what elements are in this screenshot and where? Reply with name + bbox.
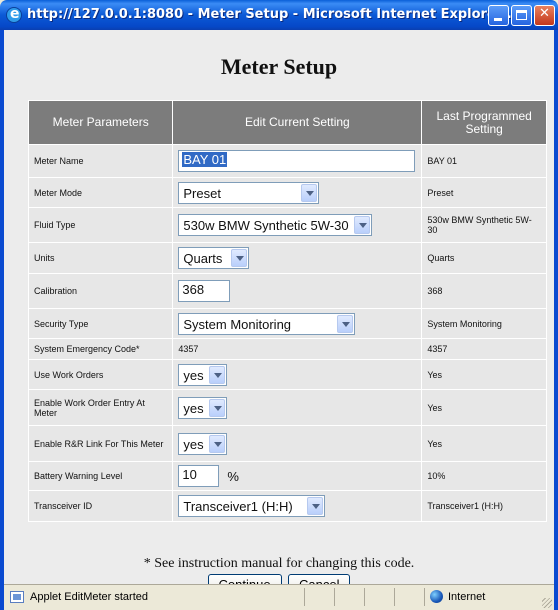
- column-header-last: Last Programmed Setting: [421, 100, 547, 145]
- maximize-icon: [516, 10, 527, 20]
- security-type-value: System Monitoring: [183, 316, 292, 332]
- chevron-down-icon[interactable]: [209, 434, 226, 453]
- table-header-row: Meter Parameters Edit Current Setting La…: [27, 100, 547, 145]
- last-value: Yes: [421, 389, 547, 426]
- minimize-icon: [494, 18, 502, 21]
- close-icon: ✕: [539, 6, 550, 21]
- chevron-down-icon[interactable]: [301, 183, 318, 202]
- row-label: Meter Mode: [27, 177, 174, 208]
- internet-explorer-icon: [6, 6, 22, 23]
- chevron-down-icon[interactable]: [337, 314, 354, 333]
- row-label: Meter Name: [27, 144, 174, 178]
- status-message: Applet EditMeter started: [30, 591, 149, 603]
- table-row: Transceiver ID Transceiver1 (H:H) Transc…: [27, 490, 547, 522]
- row-label: Security Type: [27, 308, 174, 339]
- last-value: Quarts: [421, 242, 547, 274]
- table-row: Meter Mode Preset Preset: [27, 177, 547, 208]
- battery-warning-input[interactable]: 10: [178, 465, 220, 487]
- row-label: Fluid Type: [27, 207, 174, 243]
- fluid-type-select[interactable]: 530w BMW Synthetic 5W-30: [178, 214, 373, 236]
- transceiver-select[interactable]: Transceiver1 (H:H): [178, 495, 326, 517]
- chevron-down-icon[interactable]: [354, 216, 371, 234]
- page-icon: [10, 591, 24, 603]
- minimize-button[interactable]: [488, 5, 509, 26]
- cancel-button[interactable]: Cancel: [288, 574, 351, 584]
- transceiver-value: Transceiver1 (H:H): [183, 499, 293, 514]
- button-row: Continue Cancel: [4, 574, 554, 584]
- row-label: Units: [27, 242, 174, 274]
- work-order-entry-value: yes: [183, 400, 204, 416]
- units-select[interactable]: Quarts: [178, 247, 250, 269]
- last-value: Transceiver1 (H:H): [421, 490, 547, 522]
- table-row: Fluid Type 530w BMW Synthetic 5W-30 530w…: [27, 207, 547, 243]
- status-bar: Applet EditMeter started Internet: [4, 584, 554, 610]
- meter-mode-select[interactable]: Preset: [178, 181, 320, 204]
- row-label: Enable Work Order Entry At Meter: [27, 389, 174, 426]
- table-row: Security Type System Monitoring System M…: [27, 308, 547, 339]
- last-value: 10%: [421, 461, 547, 491]
- status-divider: [394, 588, 395, 606]
- use-work-orders-select[interactable]: yes: [178, 363, 228, 386]
- table-row: Use Work Orders yes Yes: [27, 359, 547, 390]
- column-header-edit: Edit Current Setting: [172, 100, 423, 145]
- percent-unit: %: [227, 468, 239, 484]
- maximize-button[interactable]: [511, 5, 532, 26]
- chevron-down-icon[interactable]: [209, 365, 226, 384]
- table-row: Calibration 368 368: [27, 273, 547, 309]
- rr-link-value: yes: [183, 436, 204, 452]
- internet-zone-icon: [430, 590, 443, 603]
- table-row: Meter Name BAY 01 BAY 01: [27, 144, 547, 178]
- table-row: Enable R&R Link For This Meter yes Yes: [27, 425, 547, 462]
- window-title: http://127.0.0.1:8080 - Meter Setup - Mi…: [27, 7, 522, 22]
- row-label: Use Work Orders: [27, 359, 174, 390]
- use-work-orders-value: yes: [183, 367, 204, 383]
- row-label: Enable R&R Link For This Meter: [27, 425, 174, 462]
- continue-button[interactable]: Continue: [207, 574, 282, 584]
- status-divider: [334, 588, 335, 606]
- status-divider: [364, 588, 365, 606]
- window-frame-right: [554, 30, 558, 610]
- table-row: Units Quarts Quarts: [27, 242, 547, 274]
- meter-mode-value: Preset: [183, 185, 221, 201]
- last-value: BAY 01: [421, 144, 547, 178]
- chevron-down-icon[interactable]: [307, 497, 324, 515]
- calibration-input[interactable]: 368: [178, 280, 231, 302]
- security-type-select[interactable]: System Monitoring: [178, 312, 356, 335]
- row-label: Battery Warning Level: [27, 461, 174, 491]
- units-value: Quarts: [183, 251, 223, 266]
- row-label: Calibration: [27, 273, 174, 309]
- fluid-type-value: 530w BMW Synthetic 5W-30: [183, 218, 349, 233]
- work-order-entry-select[interactable]: yes: [178, 396, 228, 419]
- row-label: System Emergency Code*: [27, 338, 174, 360]
- last-value: Yes: [421, 359, 547, 390]
- table-row: Battery Warning Level 10% 10%: [27, 461, 547, 491]
- window-title-bar: http://127.0.0.1:8080 - Meter Setup - Mi…: [0, 0, 558, 30]
- last-value: System Monitoring: [421, 308, 547, 339]
- chevron-down-icon[interactable]: [209, 398, 226, 417]
- meter-name-value: BAY 01: [182, 152, 228, 167]
- meter-setup-table: Meter Parameters Edit Current Setting La…: [27, 100, 547, 522]
- resize-grip-icon[interactable]: [542, 598, 552, 608]
- security-zone-label: Internet: [448, 591, 486, 603]
- last-value: 530w BMW Synthetic 5W-30: [421, 207, 547, 243]
- status-divider: [424, 588, 425, 606]
- close-button[interactable]: ✕: [534, 5, 555, 26]
- footnote: * See instruction manual for changing th…: [143, 556, 415, 571]
- last-value: Preset: [421, 177, 547, 208]
- chevron-down-icon[interactable]: [231, 249, 248, 267]
- last-value: Yes: [421, 425, 547, 462]
- table-row: Enable Work Order Entry At Meter yes Yes: [27, 389, 547, 426]
- rr-link-select[interactable]: yes: [178, 432, 228, 455]
- status-divider: [304, 588, 305, 606]
- emergency-code-value: 4357: [172, 338, 423, 360]
- meter-name-input[interactable]: BAY 01: [178, 150, 416, 172]
- table-row: System Emergency Code* 4357 4357: [27, 338, 547, 360]
- page-content: Meter Setup Meter Parameters Edit Curren…: [4, 30, 554, 584]
- last-value: 368: [421, 273, 547, 309]
- column-header-parameters: Meter Parameters: [27, 100, 174, 145]
- page-title: Meter Setup: [220, 54, 338, 79]
- last-value: 4357: [421, 338, 547, 360]
- row-label: Transceiver ID: [27, 490, 174, 522]
